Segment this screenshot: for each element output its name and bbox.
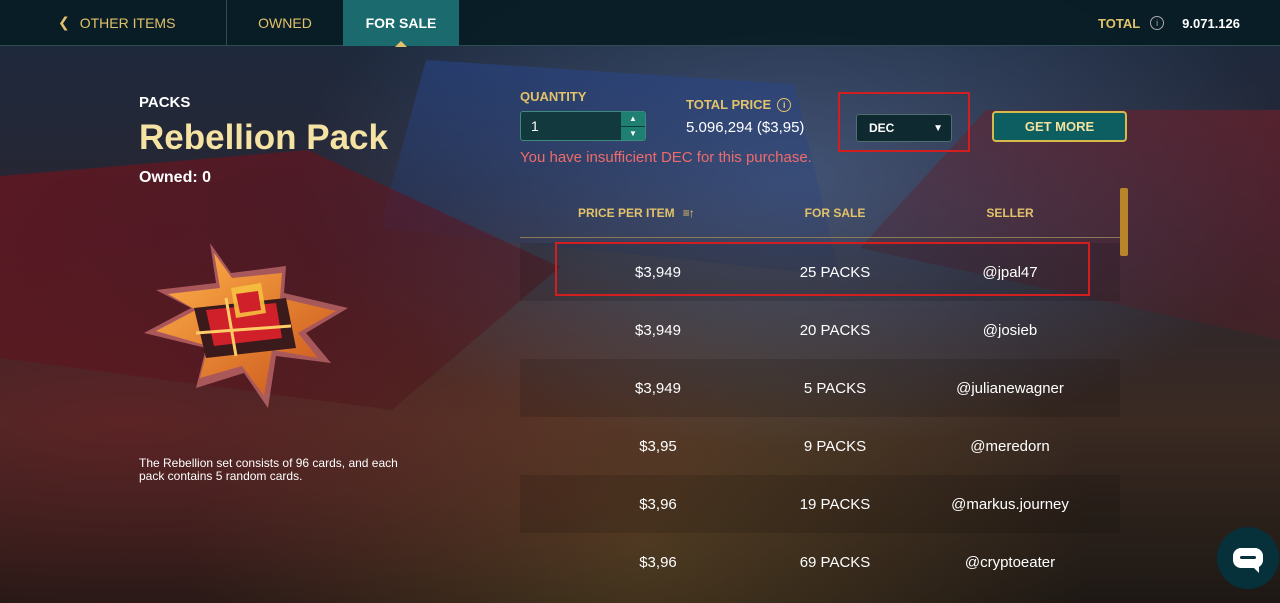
table-row[interactable]: $3,96 19 PACKS @markus.journey [520, 475, 1120, 533]
currency-select[interactable]: DEC ▼ [856, 114, 952, 142]
table-row[interactable]: $3,96 69 PACKS @cryptoeater [520, 533, 1120, 591]
item-title: Rebellion Pack [139, 118, 388, 157]
currency-selected-value: DEC [869, 121, 895, 135]
row-price: $3,96 [639, 553, 677, 571]
total-label: TOTAL [1098, 15, 1141, 31]
sort-icon[interactable]: ≡↑ [683, 206, 695, 220]
quantity-spin-buttons: ▲ ▼ [621, 112, 645, 140]
table-row[interactable]: $3,949 20 PACKS @josieb [520, 301, 1120, 359]
listings-table-header: PRICE PER ITEM ≡↑ FOR SALE SELLER [520, 200, 1120, 238]
tab-for-sale[interactable]: FOR SALE [343, 0, 459, 47]
tab-for-sale-label: FOR SALE [365, 14, 437, 31]
row-highlight-box [555, 242, 1090, 296]
row-for-sale: 5 PACKS [803, 379, 867, 397]
table-scrollbar[interactable] [1120, 188, 1128, 256]
column-for-sale: FOR SALE [804, 206, 866, 220]
total-price-info-icon[interactable]: i [777, 97, 792, 112]
row-price: $3,95 [639, 437, 677, 455]
rebellion-pack-image [144, 243, 348, 408]
row-for-sale: 9 PACKS [803, 437, 867, 455]
item-category: PACKS [139, 94, 191, 111]
item-description: The Rebellion set consists of 96 cards, … [139, 456, 398, 483]
row-seller: @meredorn [970, 437, 1050, 455]
chat-icon [1233, 548, 1263, 573]
row-price: $3,949 [635, 379, 681, 397]
total-price-heading: TOTAL PRICE i [686, 97, 792, 112]
row-seller: @cryptoeater [964, 553, 1056, 571]
column-price-per-item[interactable]: PRICE PER ITEM ≡↑ [578, 206, 728, 220]
row-price: $3,96 [639, 495, 677, 513]
row-seller: @josieb [982, 321, 1038, 339]
total-price-value: 5.096,294 ($3,95) [686, 119, 805, 136]
total-balance: TOTAL i 9.071.126 [1098, 0, 1240, 46]
total-value: 9.071.126 [1182, 15, 1240, 31]
other-items-label: OTHER ITEMS [79, 14, 176, 31]
quantity-label: QUANTITY [520, 89, 587, 104]
chevron-down-icon: ▼ [933, 122, 943, 134]
active-tab-caret-icon [395, 40, 407, 47]
row-for-sale: 20 PACKS [799, 321, 871, 339]
increment-icon[interactable]: ▲ [621, 112, 645, 126]
row-price: $3,949 [635, 321, 681, 339]
decrement-icon[interactable]: ▼ [621, 125, 645, 141]
table-row[interactable]: $3,949 5 PACKS @julianewagner [520, 359, 1120, 417]
row-for-sale: 69 PACKS [799, 553, 871, 571]
row-seller: @julianewagner [956, 379, 1064, 397]
column-seller: SELLER [986, 206, 1034, 220]
column-price-label: PRICE PER ITEM [578, 206, 675, 220]
row-seller: @markus.journey [951, 495, 1069, 513]
table-row[interactable]: $3,95 9 PACKS @meredorn [520, 417, 1120, 475]
owned-count: Owned: 0 [139, 169, 212, 186]
total-price-label: TOTAL PRICE [686, 97, 772, 112]
quantity-input[interactable] [521, 112, 621, 140]
other-items-back-link[interactable]: ❮ OTHER ITEMS [0, 0, 227, 46]
quantity-stepper: ▲ ▼ [520, 111, 646, 141]
get-more-button[interactable]: GET MORE [992, 111, 1127, 142]
chevron-left-icon: ❮ [58, 14, 70, 30]
info-icon[interactable]: i [1150, 16, 1165, 30]
row-for-sale: 19 PACKS [799, 495, 871, 513]
tab-owned-label: OWNED [258, 14, 312, 31]
tab-owned[interactable]: OWNED [227, 0, 343, 46]
insufficient-funds-warning: You have insufficient DEC for this purch… [520, 149, 812, 166]
top-nav-bar: ❮ OTHER ITEMS OWNED FOR SALE TOTAL i 9.0… [0, 0, 1280, 47]
chat-button[interactable] [1217, 527, 1279, 589]
